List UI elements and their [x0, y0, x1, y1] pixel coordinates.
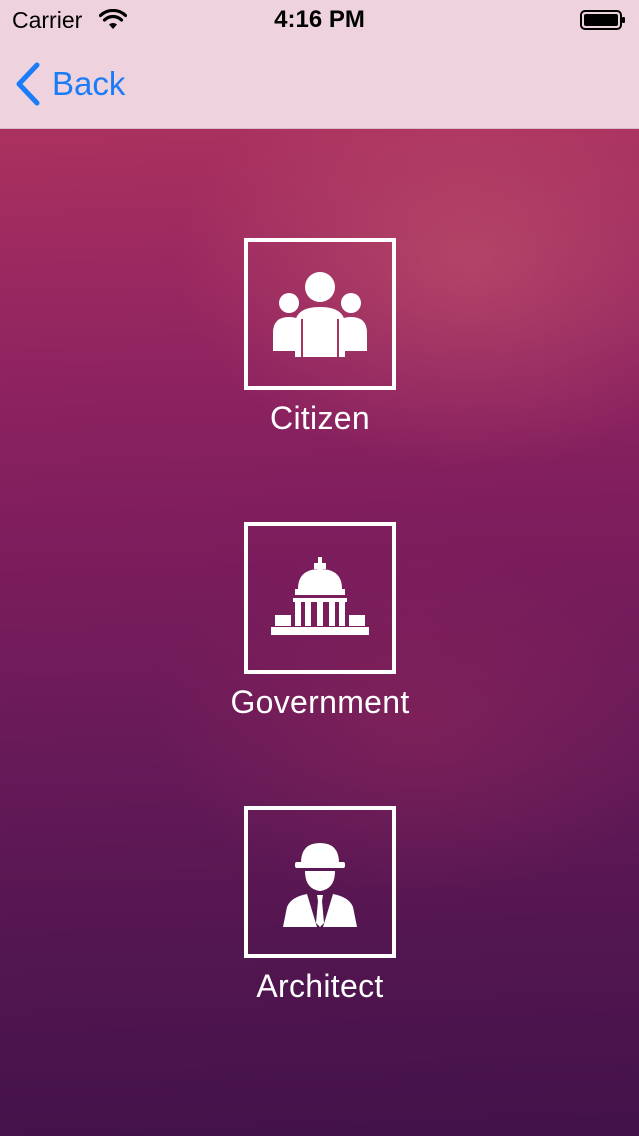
citizen-icon-frame: [244, 238, 396, 390]
capitol-building-icon: [271, 557, 369, 635]
architect-icon-frame: [244, 806, 396, 958]
navigation-bar: Carrier 4:16 PM Back: [0, 0, 639, 129]
architect-label: Architect: [256, 968, 384, 1004]
citizen-label: Citizen: [270, 400, 370, 436]
citizen-option[interactable]: Citizen: [200, 238, 440, 437]
back-button[interactable]: Back: [14, 60, 125, 108]
clock: 4:16 PM: [274, 6, 365, 33]
status-bar: Carrier 4:16 PM: [0, 0, 639, 40]
people-group-icon: [273, 272, 367, 357]
government-icon-frame: [244, 522, 396, 674]
chevron-left-icon: [16, 62, 40, 106]
back-label: Back: [52, 65, 126, 102]
battery-icon: [580, 10, 625, 30]
architect-option[interactable]: Architect: [200, 806, 440, 1005]
engineer-hardhat-icon: [283, 843, 357, 927]
government-label: Government: [230, 684, 410, 720]
government-option[interactable]: Government: [200, 522, 440, 721]
